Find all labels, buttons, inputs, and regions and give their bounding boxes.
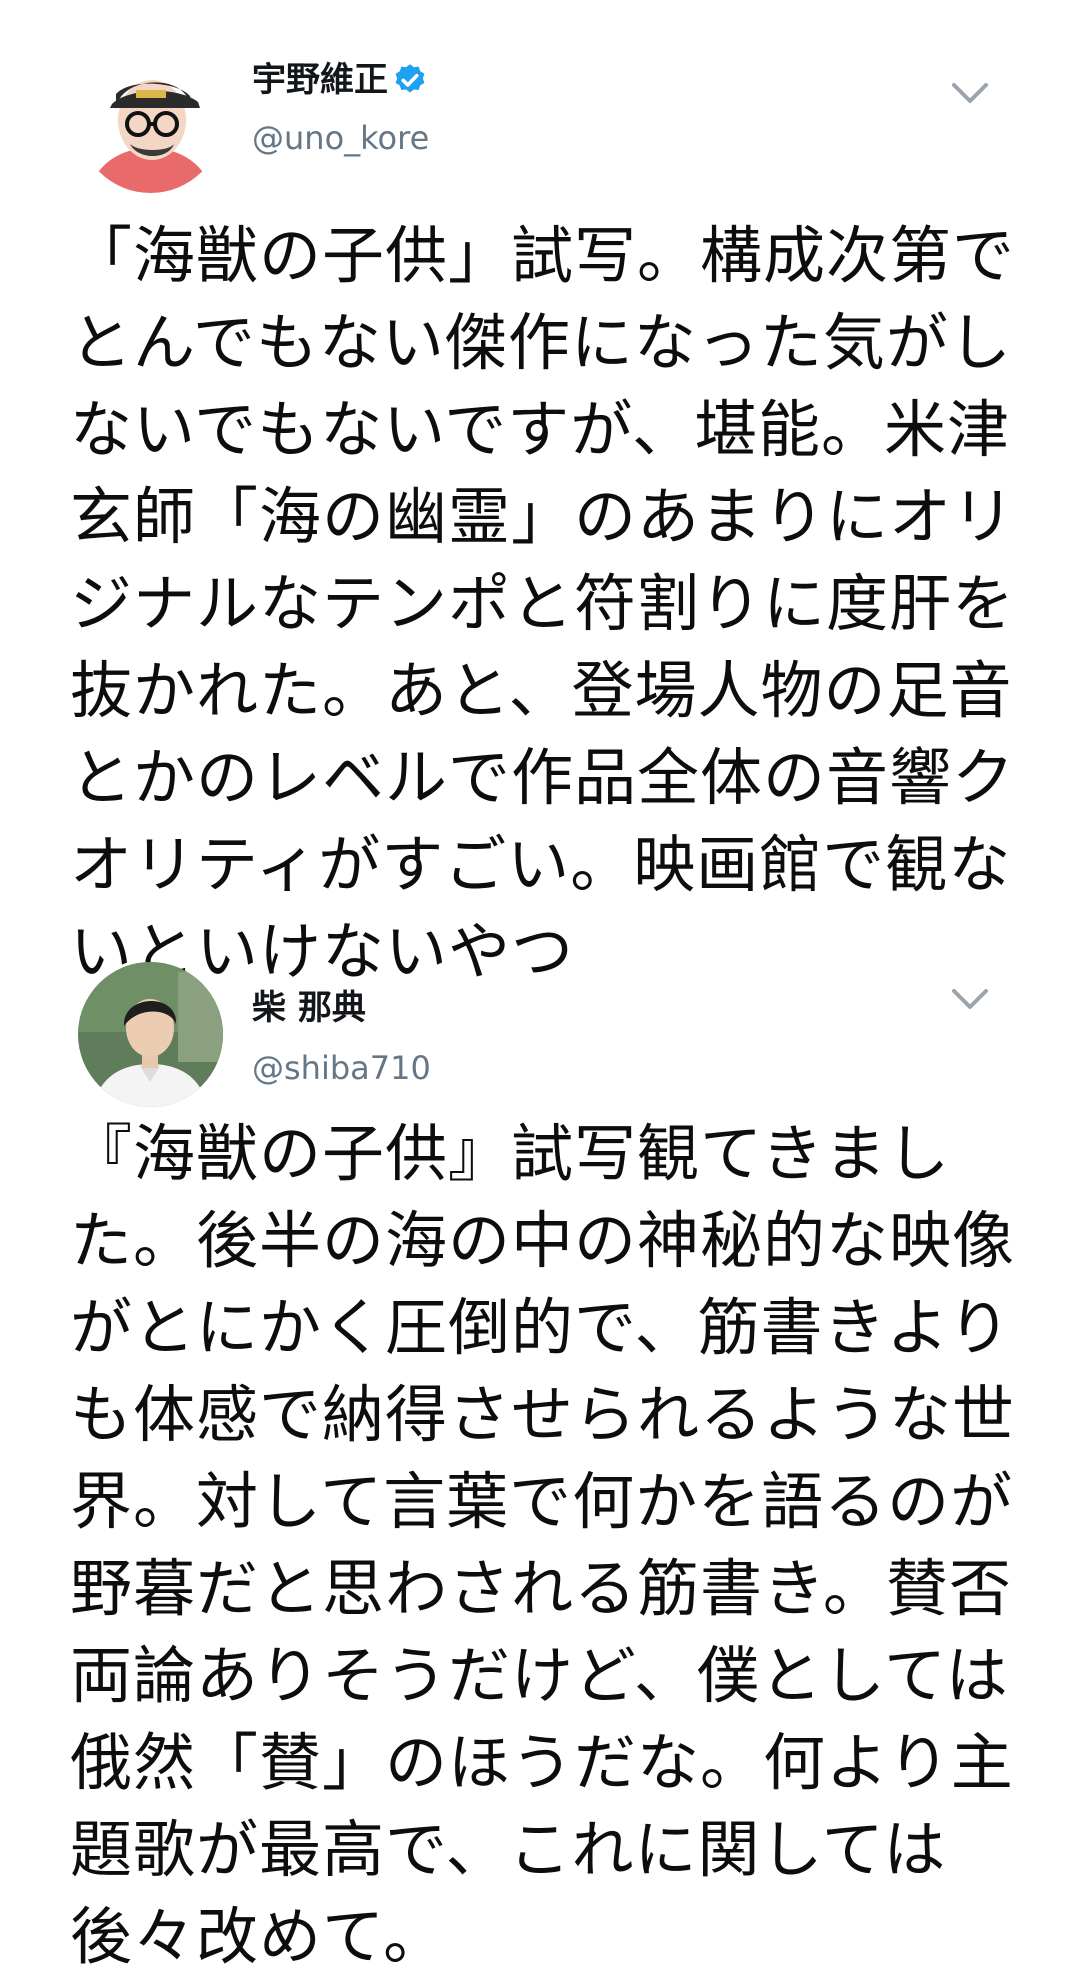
tweet-text-line: オリティがすごい。映画館で観な (70, 828, 1012, 901)
tweet-text-line: がとにかく圧倒的で、筋書きより (70, 1291, 1012, 1364)
tweet-text-line: 野暮だと思わされる筋書き。賛否 (70, 1552, 1012, 1625)
tweet-text-line: ないでもないですが、堪能。米津 (70, 393, 1011, 466)
tweet-text-line: 後々改めて。 (70, 1900, 447, 1973)
tweet-card[interactable]: 柴 那典 @shiba710 『海獣の子供』試写観てきまし た。後半の海の中の神… (0, 960, 1065, 1973)
chevron-down-icon[interactable] (950, 986, 990, 1012)
tweet-text-line: 題歌が最高で、これに関しては (70, 1813, 947, 1886)
tweet-text-line: も体感で納得させられるような世 (70, 1378, 1016, 1451)
avatar-illustration-icon (78, 48, 223, 193)
chevron-down-icon[interactable] (950, 80, 990, 106)
tweet-text-line: 両論ありそうだけど、僕としては (70, 1639, 1009, 1712)
handle[interactable]: @uno_kore (252, 118, 429, 158)
tweet-text-line: 玄師「海の幽霊」のあまりにオリ (70, 480, 1016, 553)
tweet-text-line: とかのレベルで作品全体の音響ク (70, 741, 1016, 814)
tweet-text-line: 『海獣の子供』試写観てきまし (70, 1117, 951, 1190)
handle[interactable]: @shiba710 (252, 1048, 431, 1088)
verified-badge-icon (395, 64, 425, 93)
tweet-card[interactable]: 宇野維正 @uno_kore 「海獣の子供」試写。構成次第で とんでもない傑作に… (0, 0, 1065, 988)
tweet-text-line: 俄然「賛」のほうだな。何より主 (70, 1726, 1014, 1799)
tweet-text: 『海獣の子供』試写観てきまし た。後半の海の中の神秘的な映像 がとにかく圧倒的で… (70, 1110, 1016, 1980)
display-name[interactable]: 柴 那典 (252, 988, 366, 1028)
avatar[interactable] (78, 48, 223, 193)
tweet-text: 「海獣の子供」試写。構成次第で とんでもない傑作になった気がし ないでもないです… (70, 212, 1016, 995)
avatar[interactable] (78, 962, 223, 1107)
tweet-text-line: とんでもない傑作になった気がし (70, 306, 1012, 379)
tweet-text-line: 抜かれた。あと、登場人物の足音 (70, 654, 1013, 727)
avatar-photo-icon (78, 962, 223, 1107)
tweet-text-line: た。後半の海の中の神秘的な映像 (70, 1204, 1016, 1277)
tweet-text-line: 界。対して言葉で何かを語るのが (70, 1465, 1014, 1538)
tweet-text-line: 「海獣の子供」試写。構成次第で (70, 219, 1016, 292)
display-name[interactable]: 宇野維正 (252, 60, 388, 100)
tweet-text-line: ジナルなテンポと符割りに度肝を (70, 567, 1016, 640)
